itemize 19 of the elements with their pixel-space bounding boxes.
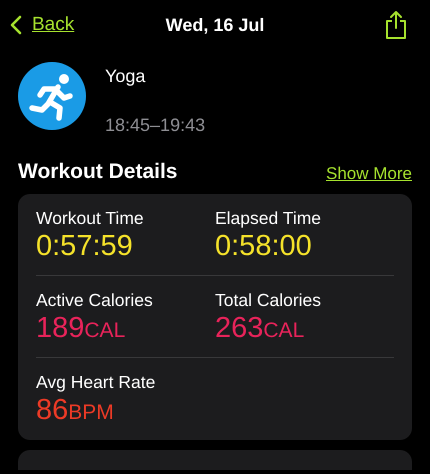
running-figure-icon — [18, 62, 86, 130]
workout-time-range: 18:45–19:43 — [105, 115, 206, 136]
back-link[interactable]: Back — [10, 14, 74, 36]
section-title: Workout Details — [18, 160, 178, 184]
metric-value: 263CAL — [215, 311, 306, 346]
metric-value: 86BPM — [36, 393, 115, 428]
metric-label: Elapsed Time — [215, 208, 322, 229]
chevron-left-icon — [10, 15, 22, 35]
metric-label: Total Calories — [215, 290, 322, 311]
metric-value: 0:58:00 — [215, 229, 313, 263]
metric-label: Active Calories — [36, 290, 154, 311]
metric-value: 0:57:59 — [36, 229, 134, 263]
metric-label: Workout Time — [36, 208, 145, 229]
nav-title: Wed, 16 Jul — [166, 14, 264, 36]
metric-label: Avg Heart Rate — [36, 372, 156, 393]
metric-value: 189CAL — [36, 311, 126, 346]
show-more-link[interactable]: Show More — [326, 164, 412, 184]
share-icon[interactable] — [384, 10, 408, 40]
workout-name: Yoga — [105, 66, 146, 87]
